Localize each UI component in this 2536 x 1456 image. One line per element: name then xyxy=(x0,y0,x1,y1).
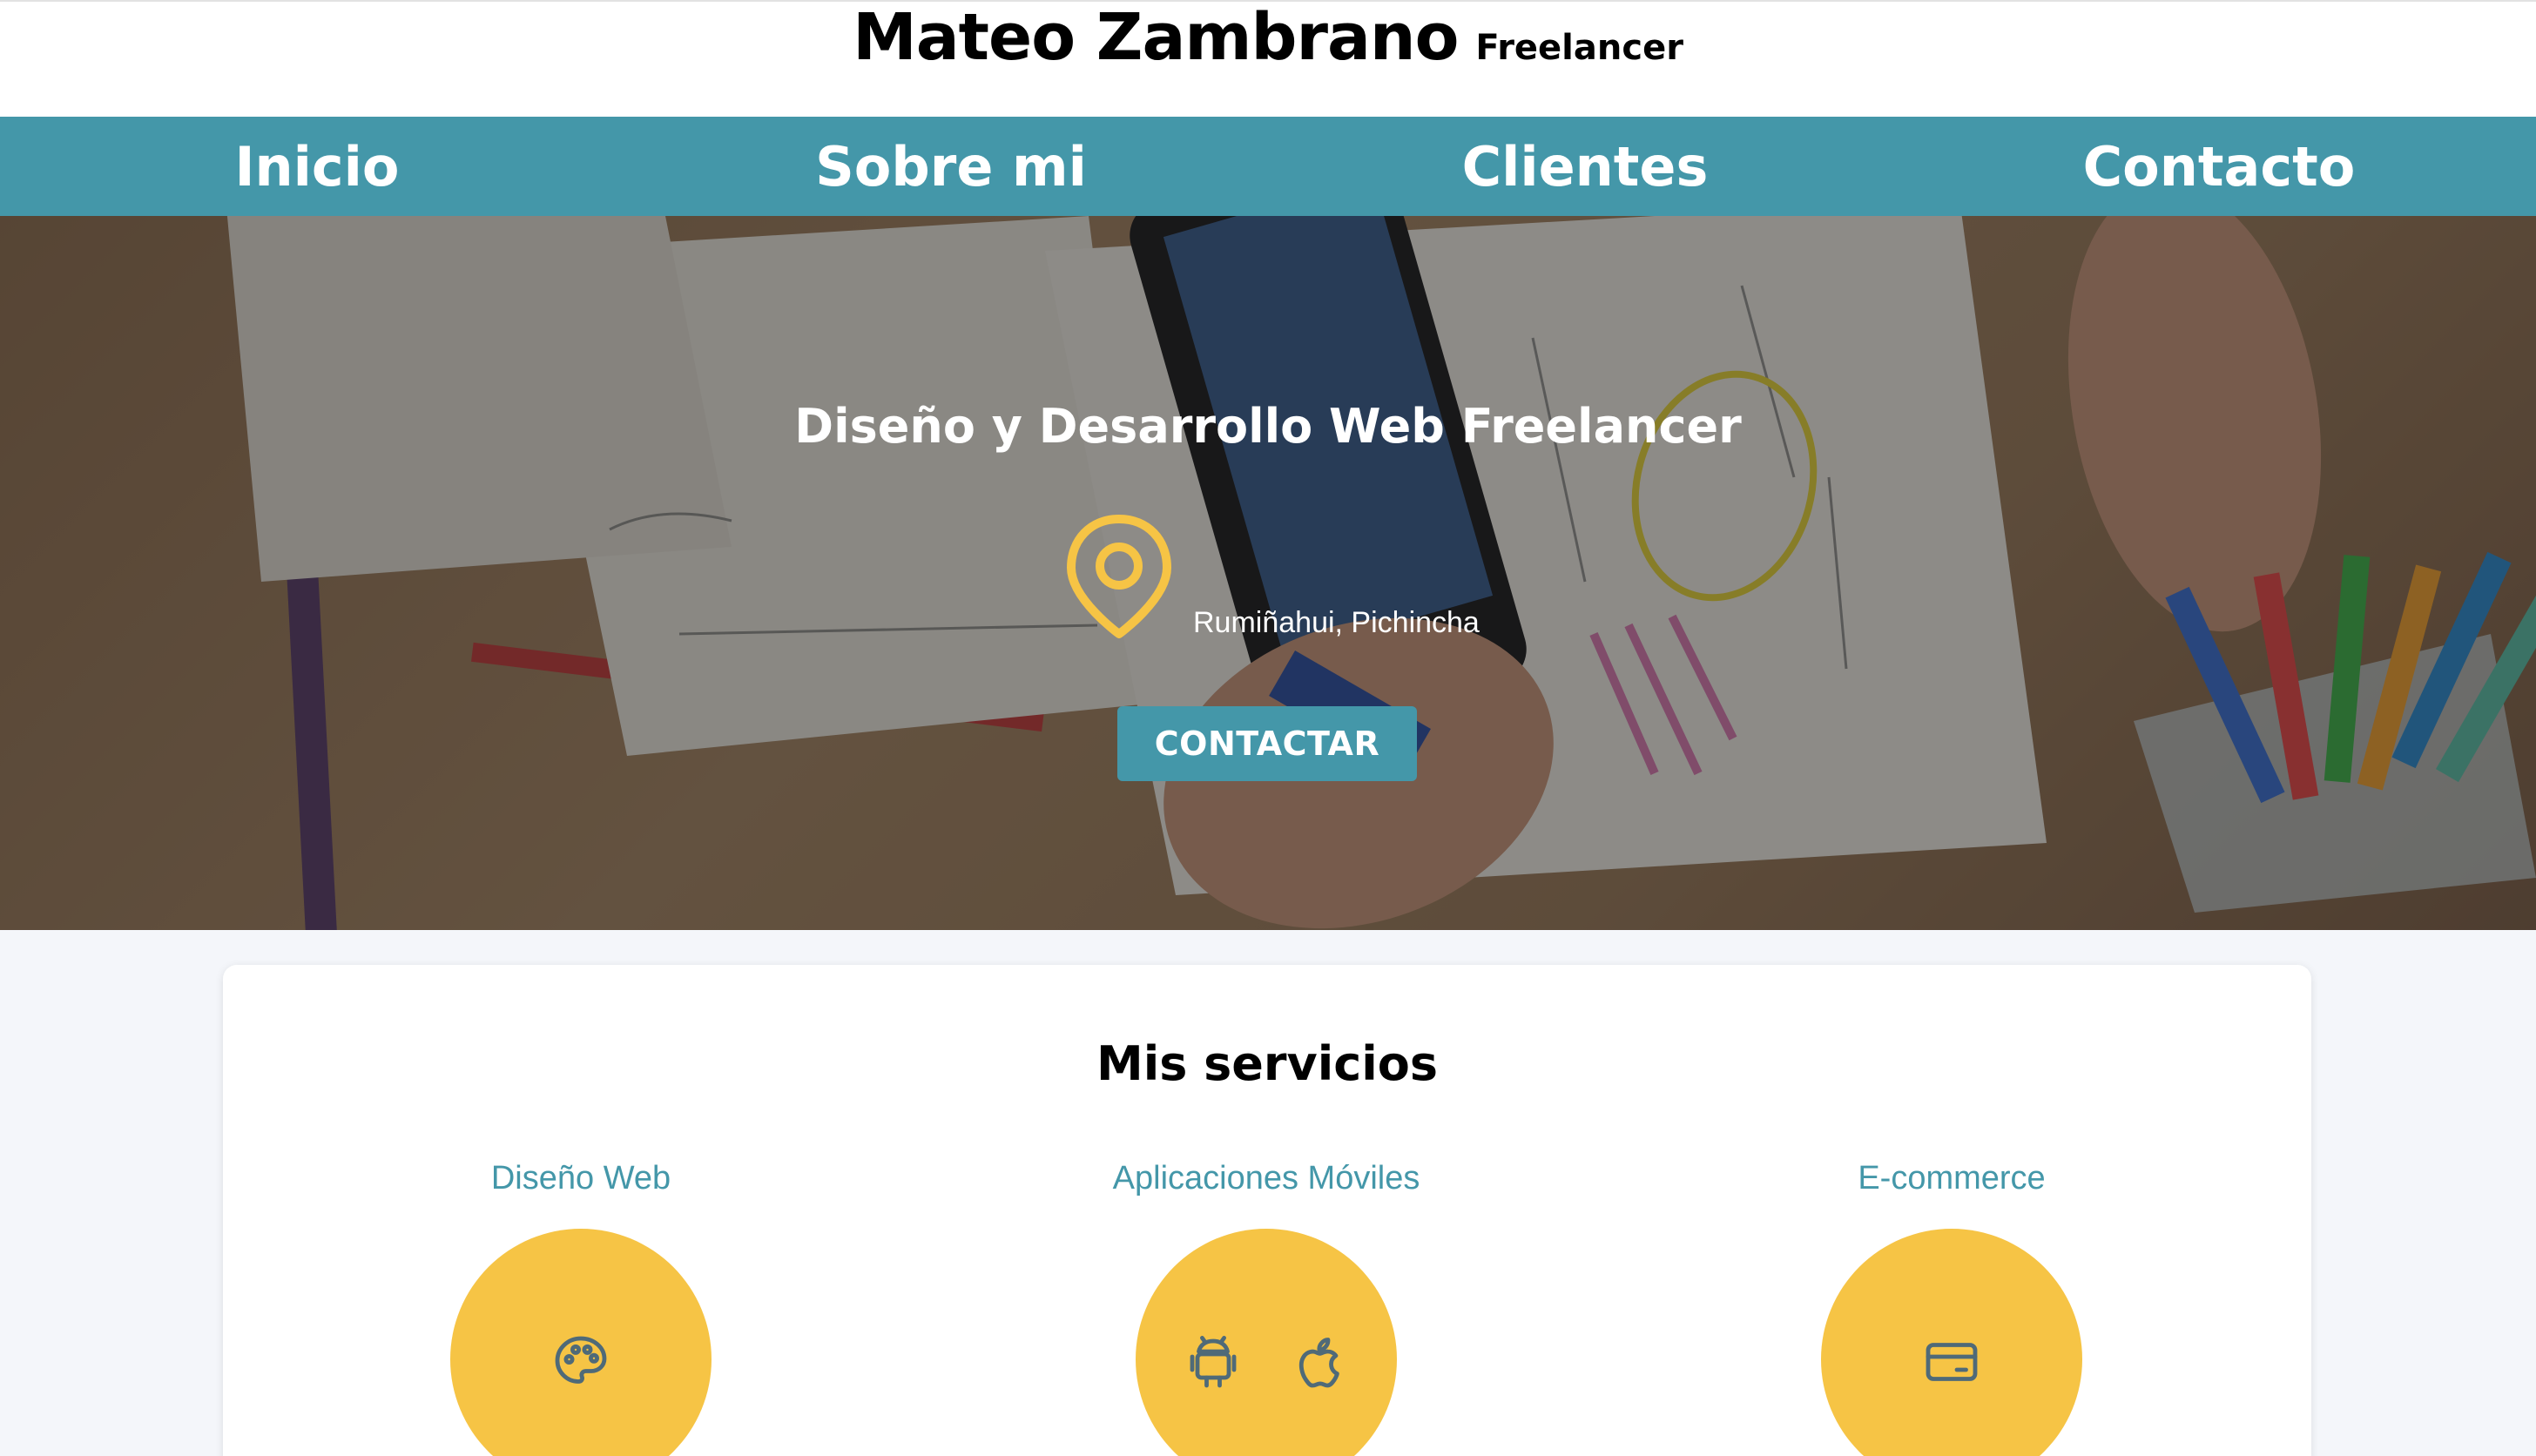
nav-item-contacto[interactable]: Contacto xyxy=(1902,117,2536,216)
hero-content: Diseño y Desarrollo Web Freelancer Rumiñ… xyxy=(0,216,2536,930)
service-label: Diseño Web xyxy=(490,1160,671,1196)
android-icon xyxy=(1182,1331,1244,1393)
nav-item-inicio[interactable]: Inicio xyxy=(0,117,634,216)
service-circle[interactable] xyxy=(1136,1229,1397,1456)
service-circle[interactable] xyxy=(450,1229,712,1456)
services-title: Mis servicios xyxy=(1096,1036,1439,1091)
contact-button[interactable]: CONTACTAR xyxy=(1117,706,1417,781)
service-mobile-apps: Aplicaciones Móviles xyxy=(1049,1160,1484,1456)
location-text: Rumiñahui, Pichincha xyxy=(1193,606,1480,639)
brand-name: Mateo Zambrano xyxy=(853,0,1459,75)
hero-section: Diseño y Desarrollo Web Freelancer Rumiñ… xyxy=(0,216,2536,930)
service-ecommerce: E-commerce xyxy=(1734,1160,2169,1456)
service-circle[interactable] xyxy=(1821,1229,2082,1456)
map-pin-icon xyxy=(1062,512,1176,647)
service-label: Aplicaciones Móviles xyxy=(1112,1160,1420,1196)
location: Rumiñahui, Pichincha xyxy=(1062,512,1480,647)
palette-icon xyxy=(550,1331,612,1393)
brand: Mateo Zambrano Freelancer xyxy=(853,3,1683,71)
service-label: E-commerce xyxy=(1858,1160,2046,1196)
brand-tagline: Freelancer xyxy=(1475,28,1683,68)
credit-card-icon xyxy=(1920,1331,1983,1393)
nav-item-clientes[interactable]: Clientes xyxy=(1268,117,1902,216)
page: Mateo Zambrano Freelancer Inicio Sobre m… xyxy=(0,0,2536,1456)
service-web-design: Diseño Web xyxy=(363,1160,799,1456)
nav-item-sobre-mi[interactable]: Sobre mi xyxy=(634,117,1268,216)
hero-title: Diseño y Desarrollo Web Freelancer xyxy=(794,399,1742,454)
apple-icon xyxy=(1288,1331,1351,1393)
services-card: Mis servicios Diseño Web Aplicaciones Mó… xyxy=(223,965,2311,1456)
site-header: Mateo Zambrano Freelancer xyxy=(0,0,2536,117)
main-nav: Inicio Sobre mi Clientes Contacto xyxy=(0,117,2536,216)
